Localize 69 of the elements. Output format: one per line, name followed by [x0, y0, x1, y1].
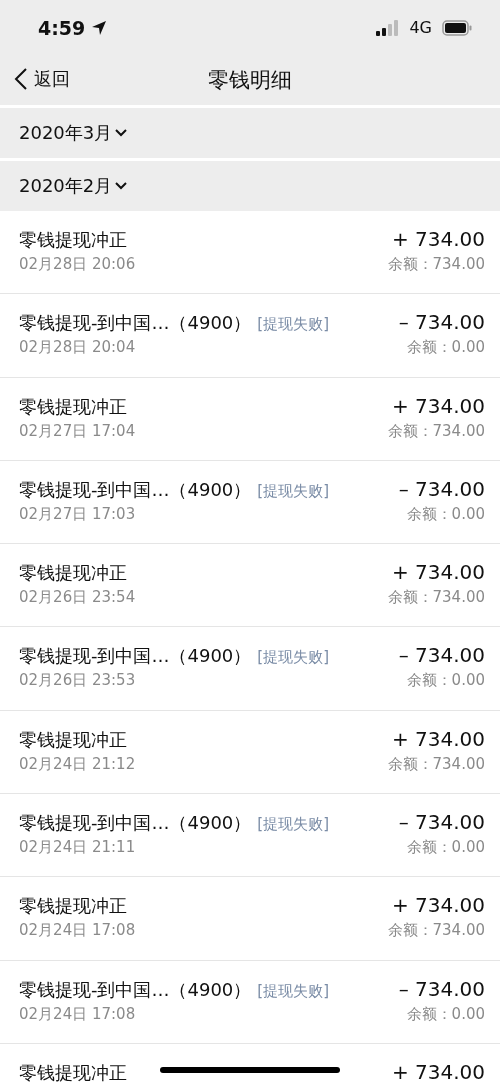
transaction-row[interactable]: 零钱提现冲正 + 734.00 02月27日 17:04 余额：734.00: [0, 377, 500, 461]
chevron-down-icon: [114, 181, 129, 191]
status-time: 4:59: [38, 16, 86, 39]
amount: + 734.00: [391, 561, 485, 585]
signal-icon: [375, 19, 400, 36]
transaction-row[interactable]: 零钱提现-到中国…（4900） [提现失败] – 734.00 02月24日 21:11 余额：0.00: [0, 794, 500, 878]
amount: – 734.00: [398, 811, 485, 835]
status-tag: [提现失败]: [257, 316, 330, 334]
transaction-row[interactable]: 零钱提现冲正 + 734.00 02月24日 17:08 余额：734.00: [0, 877, 500, 961]
transaction-title: 零钱提现冲正: [19, 230, 127, 251]
back-button[interactable]: 返回: [14, 67, 70, 91]
status-tag: [提现失败]: [257, 649, 330, 667]
back-chevron-icon: [14, 67, 28, 91]
amount: – 734.00: [398, 477, 485, 501]
transaction-date: 02月27日 17:04: [19, 422, 136, 440]
balance: 余额：734.00: [387, 256, 485, 274]
transaction-row[interactable]: 零钱提现-到中国…（4900） [提现失败] – 734.00 02月24日 17:08 余额：0.00: [0, 960, 500, 1044]
location-arrow-icon: [91, 19, 108, 36]
transaction-title: 零钱提现-到中国…（4900）: [19, 479, 252, 501]
transaction-title: 零钱提现-到中国…（4900）: [19, 979, 252, 1001]
status-tag: [提现失败]: [257, 816, 330, 834]
transaction-date: 02月28日 20:04: [19, 339, 136, 357]
balance: 余额：0.00: [406, 1005, 485, 1023]
transaction-row[interactable]: 零钱提现冲正 + 734.00 02月24日 21:12 余额：734.00: [0, 710, 500, 795]
battery-icon: [442, 19, 472, 36]
transaction-date: 02月24日 17:08: [19, 1005, 136, 1023]
amount: + 734.00: [391, 394, 485, 418]
transaction-date: 02月24日 17:08: [19, 922, 136, 940]
transaction-title: 零钱提现-到中国…（4900）: [19, 646, 252, 668]
transaction-date: 02月24日 21:11: [19, 839, 136, 857]
transaction-title: 零钱提现冲正: [19, 1062, 127, 1082]
status-tag: [提现失败]: [257, 982, 330, 1000]
transaction-title: 零钱提现冲正: [19, 396, 127, 418]
transaction-title: 零钱提现冲正: [19, 563, 127, 584]
balance: 余额：0.00: [406, 339, 485, 357]
transaction-title: 零钱提现冲正: [19, 729, 127, 751]
transaction-date: 02月28日 20:06: [19, 256, 136, 274]
amount: + 734.00: [391, 1060, 485, 1082]
amount: + 734.00: [391, 894, 485, 918]
month-header[interactable]: 2020年3月: [0, 105, 500, 158]
balance: 余额：0.00: [406, 672, 485, 690]
transaction-date: 02月27日 17:03: [19, 505, 136, 524]
balance: 余额：734.00: [387, 922, 485, 940]
amount: – 734.00: [398, 977, 485, 1001]
transaction-row[interactable]: 零钱提现-到中国…（4900） [提现失败] – 734.00 02月28日 20:04 余额：0.00: [0, 294, 500, 378]
network-label: 4G: [409, 18, 432, 37]
amount: – 734.00: [398, 311, 485, 335]
amount: – 734.00: [398, 644, 485, 668]
balance: 余额：0.00: [406, 839, 485, 857]
month-header[interactable]: 2020年2月: [0, 158, 500, 211]
balance: 余额：734.00: [387, 755, 485, 774]
transaction-row[interactable]: 零钱提现冲正 + 734.00 02月26日 23:54 余额：734.00: [0, 544, 500, 628]
balance: 余额：734.00: [387, 422, 485, 440]
amount: + 734.00: [391, 228, 485, 251]
transaction-title: 零钱提现-到中国…（4900）: [19, 813, 252, 834]
transaction-row[interactable]: 零钱提现-到中国…（4900） [提现失败] – 734.00 02月27日 17:03 余额：0.00: [0, 460, 500, 545]
transaction-title: 零钱提现冲正: [19, 896, 127, 918]
balance: 余额：734.00: [387, 589, 485, 607]
transaction-date: 02月26日 23:53: [19, 672, 136, 690]
transaction-date: 02月24日 21:12: [19, 755, 136, 774]
transaction-row[interactable]: 零钱提现-到中国…（4900） [提现失败] – 734.00 02月26日 23:53 余额：0.00: [0, 627, 500, 711]
balance: 余额：0.00: [406, 505, 485, 524]
transaction-title: 零钱提现-到中国…（4900）: [19, 313, 252, 334]
transaction-row[interactable]: 零钱提现冲正 + 734.00 02月28日 20:06 余额：734.00: [0, 211, 500, 295]
page-title: 零钱明细: [208, 67, 292, 94]
amount: + 734.00: [391, 727, 485, 751]
status-tag: [提现失败]: [257, 482, 330, 501]
chevron-down-icon: [114, 128, 129, 138]
transaction-date: 02月26日 23:54: [19, 589, 136, 607]
